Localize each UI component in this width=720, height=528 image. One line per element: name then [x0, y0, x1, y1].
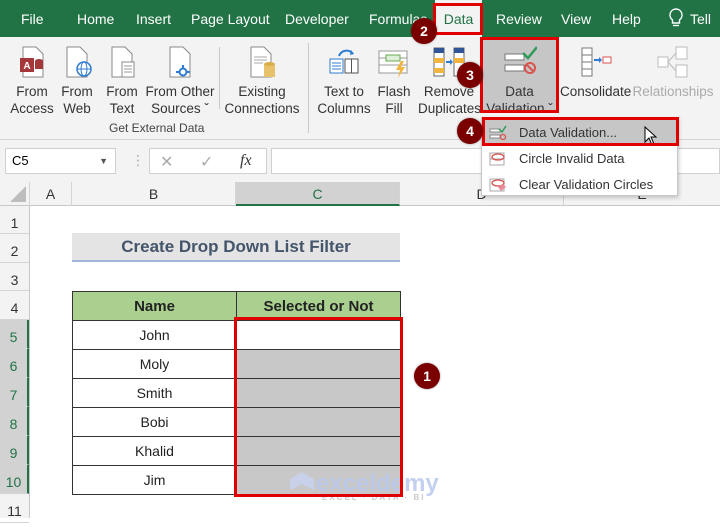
existing-connections-label-2: Connections [224, 101, 300, 116]
name-cell[interactable]: Moly [72, 349, 237, 379]
consolidate-label: Consolidate [560, 84, 632, 99]
existing-connections-icon [245, 45, 279, 79]
column-header-b[interactable]: B [72, 182, 236, 206]
menu-item-clear-validation-circles[interactable]: Clear Validation Circles [482, 172, 677, 198]
step-badge-2: 2 [411, 18, 437, 44]
name-cell[interactable]: Jim [72, 465, 237, 495]
chevron-down-icon[interactable]: ▼ [99, 149, 108, 173]
row-header-3[interactable]: 3 [0, 263, 29, 291]
tab-review[interactable]: Review [496, 0, 542, 37]
separator [219, 47, 220, 109]
menu-item-label: Clear Validation Circles [519, 177, 654, 192]
step-badge-4: 4 [457, 118, 483, 144]
step-badge-3: 3 [457, 62, 483, 88]
get-external-data-group-label: Get External Data [109, 121, 205, 135]
row-header-7[interactable]: 7 [0, 378, 29, 407]
enter-icon[interactable]: ✓ [200, 152, 213, 172]
access-database-icon: A [15, 45, 49, 79]
separator [308, 43, 309, 133]
text-to-columns-label-2: Columns [317, 101, 371, 116]
tab-page-layout[interactable]: Page Layout [191, 0, 270, 37]
row-headers: 1 2 3 4 5 6 7 8 9 10 11 [0, 206, 30, 523]
from-access-label-2: Access [10, 101, 54, 116]
row-header-4[interactable]: 4 [0, 291, 29, 320]
clear-validation-circles-icon [489, 178, 506, 192]
remove-duplicates-label-2: Duplicates [418, 101, 482, 116]
name-cell[interactable]: Bobi [72, 407, 237, 437]
name-cell[interactable]: John [72, 320, 237, 350]
from-text-label-1: From [106, 84, 138, 99]
tab-file[interactable]: File [21, 0, 44, 37]
relationships-label: Relationships [632, 84, 714, 99]
svg-text:A: A [23, 61, 30, 72]
name-cell[interactable]: Khalid [72, 436, 237, 466]
row-header-6[interactable]: 6 [0, 349, 29, 378]
from-web-button[interactable]: From Web [59, 45, 95, 117]
from-text-button[interactable]: From Text [103, 45, 141, 117]
from-text-label-2: Text [109, 101, 135, 116]
text-to-columns-icon [327, 45, 361, 79]
other-sources-icon [163, 45, 197, 79]
tab-help[interactable]: Help [612, 0, 641, 37]
name-box[interactable]: C5 ▼ [5, 148, 116, 174]
consolidate-icon [578, 45, 612, 79]
row-header-9[interactable]: 9 [0, 436, 29, 465]
highlight-selected-range [234, 317, 403, 497]
name-cell[interactable]: Smith [72, 378, 237, 408]
highlight-data-validation-menu-item [482, 117, 679, 146]
tab-insert[interactable]: Insert [136, 0, 171, 37]
row-header-8[interactable]: 8 [0, 407, 29, 436]
from-access-button[interactable]: A From Access [10, 45, 54, 117]
relationships-icon [656, 45, 690, 79]
consolidate-button[interactable]: Consolidate [560, 45, 632, 100]
text-to-columns-button[interactable]: Text to Columns [317, 45, 371, 117]
text-file-icon [105, 45, 139, 79]
menu-item-label: Circle Invalid Data [519, 151, 625, 166]
insert-function-icon[interactable]: fx [240, 152, 252, 170]
tell-me-search[interactable]: Tell [668, 0, 711, 37]
column-header-a[interactable]: A [30, 182, 72, 206]
menu-item-circle-invalid-data[interactable]: Circle Invalid Data [482, 146, 677, 172]
grip-icon: ⋮ [131, 152, 145, 168]
tab-view[interactable]: View [561, 0, 591, 37]
row-header-5[interactable]: 5 [0, 320, 29, 349]
cancel-icon[interactable]: ✕ [160, 152, 173, 172]
existing-connections-label-1: Existing [238, 84, 286, 99]
select-all-corner[interactable] [0, 182, 30, 206]
highlight-data-validation-button [480, 37, 559, 113]
from-access-label-1: From [16, 84, 48, 99]
lightbulb-icon [669, 8, 683, 27]
select-all-icon [10, 186, 26, 202]
step-badge-1: 1 [414, 363, 440, 389]
flash-fill-button[interactable]: Flash Fill [376, 45, 412, 117]
web-globe-icon [60, 45, 94, 79]
relationships-button[interactable]: Relationships [630, 45, 716, 100]
flash-fill-icon [377, 45, 411, 79]
column-header-c[interactable]: C [236, 182, 400, 206]
from-web-label-2: Web [63, 101, 91, 116]
tell-me-label: Tell [690, 11, 712, 27]
flash-fill-label-1: Flash [377, 84, 411, 99]
row-header-10[interactable]: 10 [0, 465, 29, 494]
from-other-sources-label-2: Sources ˇ [151, 101, 209, 116]
row-header-1[interactable]: 1 [0, 206, 29, 234]
from-web-label-1: From [61, 84, 93, 99]
menu-bar: File Home Insert Page Layout Developer F… [0, 0, 720, 37]
formula-buttons: ✕ ✓ fx [149, 148, 267, 174]
text-to-columns-label-1: Text to [324, 84, 364, 99]
highlight-data-tab [433, 3, 483, 35]
existing-connections-button[interactable]: Existing Connections [224, 45, 300, 117]
flash-fill-label-2: Fill [385, 101, 403, 116]
tab-home[interactable]: Home [77, 0, 114, 37]
circle-invalid-data-icon [489, 152, 505, 166]
row-header-11[interactable]: 11 [0, 494, 29, 523]
from-other-sources-label-1: From Other [145, 84, 215, 99]
sheet-title: Create Drop Down List Filter [72, 233, 400, 262]
name-box-value: C5 [12, 153, 29, 168]
tab-developer[interactable]: Developer [285, 0, 349, 37]
header-name[interactable]: Name [72, 291, 237, 321]
from-other-sources-button[interactable]: From Other Sources ˇ [145, 45, 215, 117]
row-header-2[interactable]: 2 [0, 234, 29, 263]
